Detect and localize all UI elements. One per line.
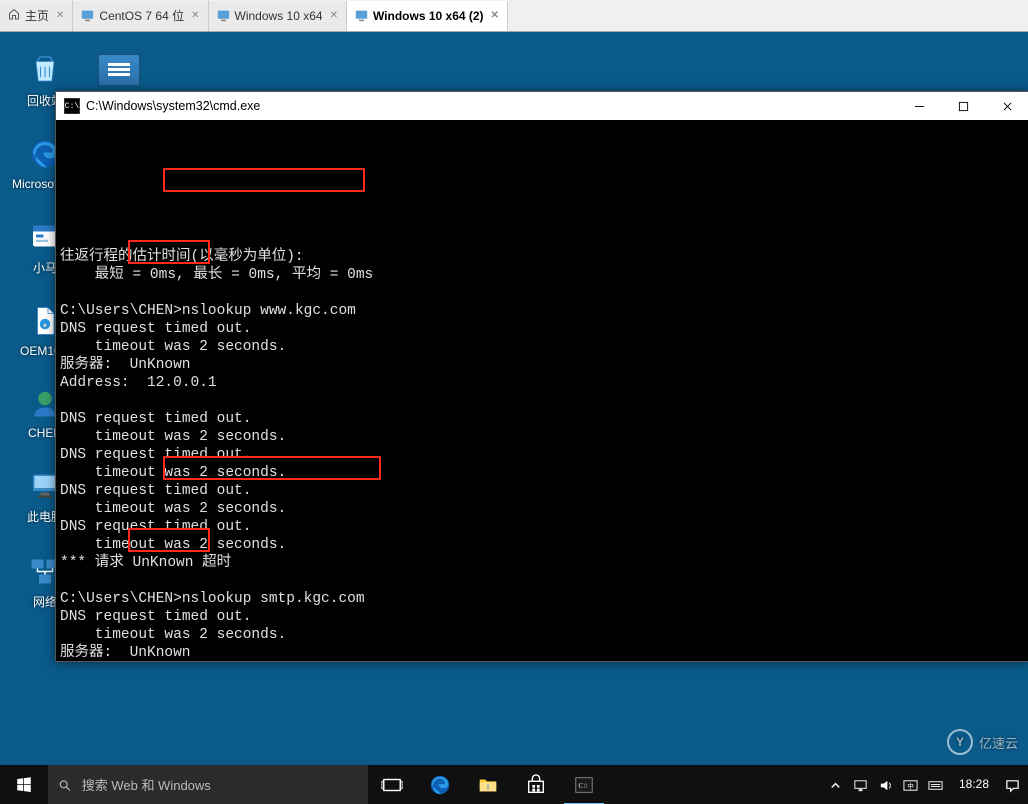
tray-volume-icon[interactable]: [878, 778, 893, 793]
minimize-button[interactable]: [897, 92, 941, 120]
recycle-bin-icon: [25, 50, 65, 88]
watermark-icon: Y: [947, 729, 973, 755]
windows-icon: [15, 776, 33, 794]
vm-tab-win10-2[interactable]: Windows 10 x64 (2) ✕: [347, 1, 508, 31]
home-icon: [8, 8, 20, 23]
close-button[interactable]: [985, 92, 1028, 120]
vm-icon: [217, 9, 230, 22]
highlight-nslookup-www: [163, 168, 365, 192]
close-icon[interactable]: ✕: [54, 10, 66, 21]
folder-icon: [477, 774, 499, 796]
cmd-icon: C:\: [64, 98, 80, 114]
vm-icon: [81, 9, 94, 22]
taskbar-store[interactable]: [512, 765, 560, 804]
close-icon[interactable]: ✕: [328, 10, 340, 21]
cmd-title: C:\Windows\system32\cmd.exe: [86, 99, 260, 113]
svg-text:C:\: C:\: [579, 781, 589, 790]
svg-text:e: e: [43, 322, 47, 329]
system-tray: 中 18:28: [820, 765, 1028, 804]
store-icon: [525, 774, 547, 796]
taskbar-cmd[interactable]: C:\: [560, 765, 608, 804]
vm-tab-home[interactable]: 主页 ✕: [0, 1, 73, 31]
close-icon[interactable]: ✕: [189, 10, 201, 21]
action-center-icon[interactable]: [1005, 778, 1020, 793]
cmd-icon: C:\: [573, 774, 595, 796]
search-icon: [58, 778, 72, 793]
tray-ime-icon[interactable]: 中: [903, 778, 918, 793]
vm-icon: [355, 9, 368, 22]
taskbar-edge[interactable]: [416, 765, 464, 804]
edge-icon: [429, 774, 451, 796]
search-input[interactable]: [80, 777, 358, 794]
watermark: Y 亿速云: [947, 729, 1018, 755]
guest-desktop: 回收站 Microsoft Edge 小马 e OEM10.x CHEN: [0, 32, 1028, 804]
close-icon[interactable]: ✕: [489, 10, 501, 21]
task-view-button[interactable]: [368, 765, 416, 804]
taskbar: C:\ 中 18:28: [0, 765, 1028, 804]
watermark-text: 亿速云: [979, 733, 1018, 752]
tray-keyboard-icon[interactable]: [928, 778, 943, 793]
maximize-button[interactable]: [941, 92, 985, 120]
vm-tab-label: CentOS 7 64 位: [99, 7, 184, 24]
taskbar-search[interactable]: [48, 765, 368, 804]
start-button[interactable]: [0, 765, 48, 804]
cmd-window: C:\ C:\Windows\system32\cmd.exe 往返行程的估计时…: [55, 91, 1028, 662]
vm-tab-win10[interactable]: Windows 10 x64 ✕: [209, 1, 347, 31]
tray-network-icon[interactable]: [853, 778, 868, 793]
tray-chevron-up-icon[interactable]: [828, 778, 843, 793]
taskbar-explorer[interactable]: [464, 765, 512, 804]
vm-tab-bar: 主页 ✕ CentOS 7 64 位 ✕ Windows 10 x64 ✕ Wi…: [0, 0, 1028, 32]
task-view-icon: [381, 774, 403, 796]
taskbar-clock[interactable]: 18:28: [953, 778, 995, 791]
control-panel-tile[interactable]: [98, 54, 140, 86]
list-icon: [108, 63, 130, 77]
svg-text:中: 中: [907, 781, 914, 790]
cmd-output[interactable]: 往返行程的估计时间(以毫秒为单位): 最短 = 0ms, 最长 = 0ms, 平…: [56, 120, 1028, 661]
cmd-titlebar[interactable]: C:\ C:\Windows\system32\cmd.exe: [56, 92, 1028, 120]
vm-tab-label: Windows 10 x64: [235, 9, 323, 23]
vm-tab-centos[interactable]: CentOS 7 64 位 ✕: [73, 1, 208, 31]
vm-tab-label: 主页: [25, 7, 49, 24]
vm-tab-label: Windows 10 x64 (2): [373, 9, 484, 23]
